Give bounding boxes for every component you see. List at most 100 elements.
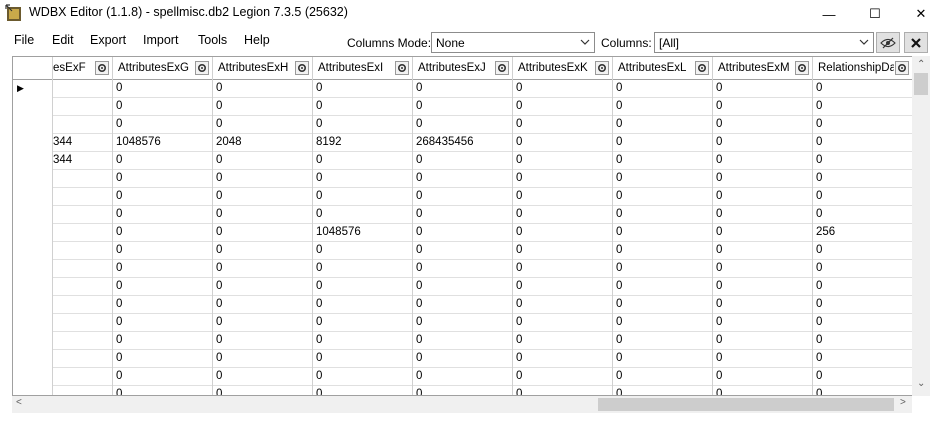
table-cell[interactable]: 0: [513, 260, 613, 278]
table-cell[interactable]: 0: [613, 278, 713, 296]
table-cell[interactable]: [53, 368, 113, 386]
hide-columns-button[interactable]: [876, 32, 900, 53]
table-cell[interactable]: 0: [113, 386, 213, 395]
row-header[interactable]: [13, 98, 53, 116]
scroll-up-icon[interactable]: ⌃: [917, 59, 925, 70]
table-row[interactable]: 0 0 0 0 0 0 0 0: [13, 332, 913, 350]
table-cell[interactable]: 0: [813, 386, 913, 395]
column-menu-button[interactable]: [395, 61, 409, 75]
table-cell[interactable]: 0: [713, 368, 813, 386]
row-header[interactable]: [13, 296, 53, 314]
table-cell[interactable]: 0: [413, 224, 513, 242]
table-row[interactable]: 0 0 0 0 0 0 0 0: [13, 98, 913, 116]
table-cell[interactable]: 0: [213, 98, 313, 116]
table-cell[interactable]: 0: [113, 368, 213, 386]
row-header[interactable]: [13, 116, 53, 134]
table-cell[interactable]: 0: [113, 260, 213, 278]
table-cell[interactable]: 0: [313, 242, 413, 260]
column-header[interactable]: AttributesExK: [513, 57, 613, 80]
horizontal-scroll-thumb[interactable]: [598, 398, 894, 411]
table-cell[interactable]: 0: [213, 386, 313, 395]
table-cell[interactable]: 0: [613, 188, 713, 206]
table-cell[interactable]: 0: [413, 242, 513, 260]
table-cell[interactable]: 0: [313, 332, 413, 350]
column-menu-button[interactable]: [895, 61, 909, 75]
table-row[interactable]: 344 1048576 2048 8192 268435456 0 0 0 0: [13, 134, 913, 152]
row-header[interactable]: [13, 242, 53, 260]
table-cell[interactable]: 0: [813, 260, 913, 278]
column-menu-button[interactable]: [295, 61, 309, 75]
table-cell[interactable]: 0: [613, 368, 713, 386]
table-cell[interactable]: 0: [313, 98, 413, 116]
table-cell[interactable]: 0: [213, 332, 313, 350]
table-cell[interactable]: [53, 224, 113, 242]
table-cell[interactable]: 0: [613, 206, 713, 224]
table-row[interactable]: 0 0 0 0 0 0 0 0: [13, 170, 913, 188]
table-cell[interactable]: 0: [513, 80, 613, 98]
table-cell[interactable]: [53, 242, 113, 260]
table-cell[interactable]: 0: [513, 224, 613, 242]
table-row[interactable]: 0 0 1048576 0 0 0 0 256: [13, 224, 913, 242]
row-header[interactable]: [13, 350, 53, 368]
table-row[interactable]: 0 0 0 0 0 0 0 0: [13, 260, 913, 278]
table-cell[interactable]: 0: [113, 314, 213, 332]
close-button[interactable]: ✕: [898, 0, 930, 28]
table-cell[interactable]: 0: [513, 116, 613, 134]
table-cell[interactable]: 0: [213, 188, 313, 206]
table-cell[interactable]: [53, 350, 113, 368]
table-cell[interactable]: 0: [513, 368, 613, 386]
menu-edit[interactable]: Edit: [51, 32, 75, 48]
table-cell[interactable]: 0: [613, 152, 713, 170]
table-cell[interactable]: 0: [813, 80, 913, 98]
table-cell[interactable]: 0: [813, 152, 913, 170]
column-header[interactable]: AttributesExH: [213, 57, 313, 80]
table-cell[interactable]: 0: [713, 188, 813, 206]
table-cell[interactable]: 0: [513, 314, 613, 332]
table-row[interactable]: 0 0 0 0 0 0 0 0: [13, 206, 913, 224]
table-cell[interactable]: 0: [313, 80, 413, 98]
scroll-down-icon[interactable]: ⌄: [917, 378, 925, 389]
table-cell[interactable]: 0: [313, 170, 413, 188]
table-cell[interactable]: 0: [513, 170, 613, 188]
table-cell[interactable]: 344: [53, 134, 113, 152]
menu-export[interactable]: Export: [89, 32, 127, 48]
table-cell[interactable]: 0: [313, 368, 413, 386]
table-row[interactable]: 0 0 0 0 0 0 0 0: [13, 296, 913, 314]
table-cell[interactable]: 0: [213, 206, 313, 224]
table-cell[interactable]: 0: [113, 80, 213, 98]
table-row[interactable]: 0 0 0 0 0 0 0 0: [13, 116, 913, 134]
table-cell[interactable]: 0: [213, 314, 313, 332]
table-cell[interactable]: 0: [413, 152, 513, 170]
table-cell[interactable]: 0: [413, 350, 513, 368]
table-cell[interactable]: 0: [213, 260, 313, 278]
table-cell[interactable]: 0: [513, 98, 613, 116]
row-header[interactable]: [13, 278, 53, 296]
menu-help[interactable]: Help: [243, 32, 271, 48]
clear-filter-button[interactable]: [904, 32, 928, 53]
table-cell[interactable]: 0: [713, 206, 813, 224]
table-cell[interactable]: 0: [213, 152, 313, 170]
maximize-button[interactable]: ☐: [852, 0, 898, 28]
table-cell[interactable]: 0: [113, 152, 213, 170]
table-cell[interactable]: 0: [413, 80, 513, 98]
table-cell[interactable]: 0: [813, 350, 913, 368]
table-cell[interactable]: 0: [513, 386, 613, 395]
table-cell[interactable]: [53, 296, 113, 314]
table-cell[interactable]: [53, 98, 113, 116]
table-row[interactable]: 344 0 0 0 0 0 0 0 0: [13, 152, 913, 170]
table-cell[interactable]: 256: [813, 224, 913, 242]
table-cell[interactable]: 0: [113, 242, 213, 260]
table-cell[interactable]: 0: [513, 350, 613, 368]
column-header[interactable]: RelationshipData: [813, 57, 913, 80]
table-cell[interactable]: [53, 188, 113, 206]
table-cell[interactable]: 0: [613, 224, 713, 242]
table-cell[interactable]: [53, 206, 113, 224]
table-cell[interactable]: 0: [113, 188, 213, 206]
table-cell[interactable]: 0: [113, 170, 213, 188]
table-cell[interactable]: [53, 314, 113, 332]
table-cell[interactable]: 344: [53, 152, 113, 170]
table-cell[interactable]: 0: [113, 224, 213, 242]
column-header[interactable]: AttributesExL: [613, 57, 713, 80]
table-cell[interactable]: 0: [213, 296, 313, 314]
table-cell[interactable]: 0: [713, 314, 813, 332]
